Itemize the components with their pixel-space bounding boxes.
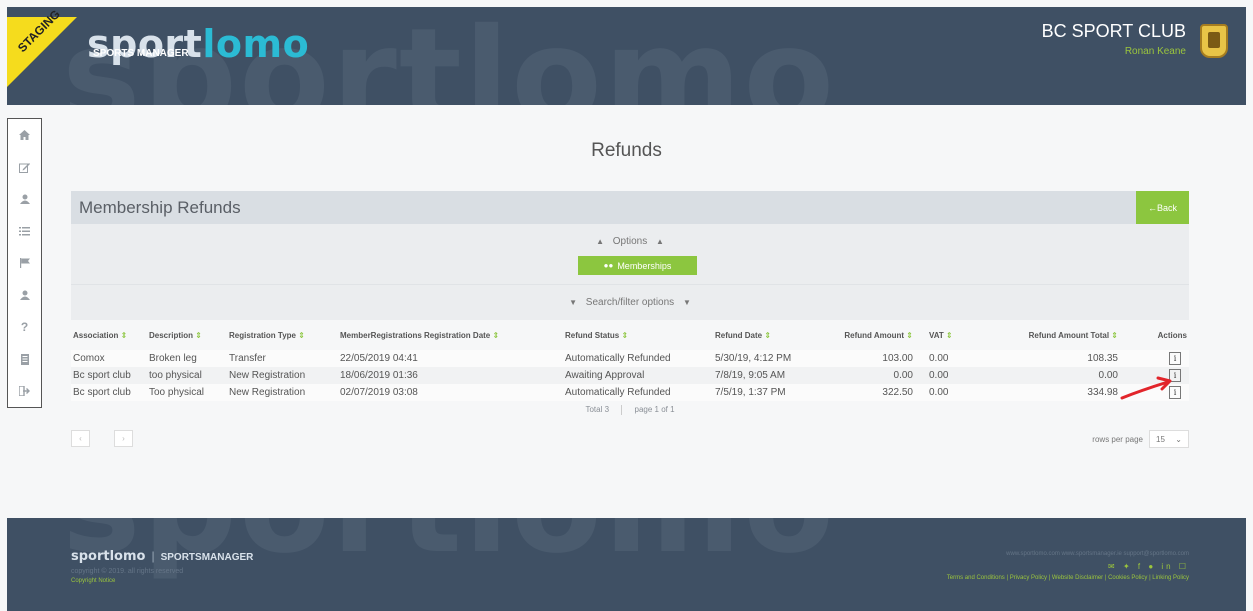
cell-refund-status: Automatically Refunded [563,350,713,367]
cell-registration-date: 22/05/2019 04:41 [338,350,563,367]
panel-header: Membership Refunds ←Back [71,191,1189,224]
rows-per-page: rows per page 15 ⌄ [1092,430,1189,448]
caret-down-icon: ▼ [682,298,691,307]
column-header-refund-status[interactable]: Refund Status ⇕ [563,320,713,350]
cell-registration-type: New Registration [227,384,338,401]
cell-association: Comox [71,350,147,367]
column-header-actions: Actions [1157,330,1187,340]
cell-refund-date: 5/30/19, 4:12 PM [713,350,831,367]
memberships-button[interactable]: ●● Memberships [578,256,697,275]
list-icon[interactable] [8,215,41,247]
app-footer: sportlomo sportlomo|SPORTSMANAGER copyri… [7,518,1246,611]
table-row: Bc sport club Too physical New Registrat… [71,384,1189,401]
rows-per-page-label: rows per page [1092,434,1143,444]
cell-refund-date: 7/8/19, 9:05 AM [713,367,831,384]
cell-description: Broken leg [147,350,227,367]
cell-refund-date: 7/5/19, 1:37 PM [713,384,831,401]
back-button[interactable]: ←Back [1136,191,1189,224]
caret-down-icon: ▼ [569,298,578,307]
user-icon[interactable] [8,183,41,215]
footer-links[interactable]: www.sportlomo.com www.sportsmanager.ie s… [1006,551,1189,557]
caret-up-icon: ▲ [656,237,664,246]
pagination: ‹ › [71,430,133,447]
cell-actions: i [1120,350,1189,367]
caret-up-icon: ▲ [596,237,604,246]
footer-legal-links[interactable]: Terms and Conditions | Privacy Policy | … [947,575,1189,581]
column-header-refund-amount[interactable]: Refund Amount ⇕ [831,320,915,350]
column-header-refund-date[interactable]: Refund Date ⇕ [713,320,831,350]
table-row: Comox Broken leg Transfer 22/05/2019 04:… [71,350,1189,367]
table-summary: Total 3 page 1 of 1 [71,405,1189,415]
refunds-panel: Membership Refunds ←Back ▲ Options ▲ ●● … [71,191,1189,448]
refunds-table: Association ⇕ Description ⇕ Registration… [71,320,1189,401]
logo-subtitle: SPORTS MANAGER [93,48,189,59]
search-filter-toggle[interactable]: ▼ Search/filter options ▼ [71,284,1189,320]
cell-refund-amount: 103.00 [831,350,915,367]
club-info: BC SPORT CLUB Ronan Keane [1042,21,1186,57]
copyright-notice-link[interactable]: Copyright Notice [71,578,115,584]
page-title: Refunds [591,140,662,161]
cell-refund-status: Awaiting Approval [563,367,713,384]
user-icon[interactable] [8,279,41,311]
column-header-description[interactable]: Description ⇕ [147,320,227,350]
cell-refund-amount: 322.50 [831,384,915,401]
logout-icon[interactable] [8,375,41,407]
previous-page-button[interactable]: ‹ [71,430,90,447]
column-header-registration-type[interactable]: Registration Type ⇕ [227,320,338,350]
column-header-vat[interactable]: VAT ⇕ [915,320,969,350]
panel-title: Membership Refunds [79,197,241,217]
document-icon[interactable] [8,343,41,375]
app-header: sportlomo sportlomo SPORTS MANAGER BC SP… [7,7,1246,105]
cell-registration-type: New Registration [227,367,338,384]
cell-refund-amount: 0.00 [831,367,915,384]
info-icon[interactable]: i [1169,352,1181,365]
user-name[interactable]: Ronan Keane [1042,46,1186,57]
cell-refund-amount-total: 0.00 [969,367,1120,384]
next-page-button[interactable]: › [114,430,133,447]
cell-registration-date: 02/07/2019 03:08 [338,384,563,401]
flag-icon[interactable] [8,247,41,279]
cell-vat: 0.00 [915,384,969,401]
cell-registration-type: Transfer [227,350,338,367]
table-header-row: Association ⇕ Description ⇕ Registration… [71,320,1189,350]
footer-copyright: copyright © 2019. all rights reserved [71,568,184,575]
rows-per-page-select[interactable]: 15 ⌄ [1149,430,1189,448]
cell-association: Bc sport club [71,384,147,401]
total-count: Total 3 [585,405,610,415]
cell-refund-status: Automatically Refunded [563,384,713,401]
memberships-label: Memberships [617,260,672,271]
cell-description: too physical [147,367,227,384]
cell-refund-amount-total: 108.35 [969,350,1120,367]
club-name: BC SPORT CLUB [1041,21,1186,41]
cell-refund-amount-total: 334.98 [969,384,1120,401]
footer-logo: sportlomo | SPORTSMANAGER [71,549,254,564]
annotation-arrow-icon [1120,376,1172,400]
help-icon[interactable]: ? [8,311,41,343]
filter-label: Search/filter options [585,297,675,308]
club-crest-icon [1200,24,1228,58]
column-header-refund-amount-total[interactable]: Refund Amount Total ⇕ [969,320,1120,350]
cell-vat: 0.00 [915,367,969,384]
options-toggle[interactable]: ▲ Options ▲ [71,236,1189,247]
page-indicator: page 1 of 1 [634,405,675,415]
column-header-registration-date[interactable]: MemberRegistrations Registration Date ⇕ [338,320,563,350]
options-label: Options [612,236,648,247]
column-header-association[interactable]: Association ⇕ [71,320,147,350]
chevron-down-icon: ⌄ [1175,434,1182,444]
cell-vat: 0.00 [915,350,969,367]
cell-association: Bc sport club [71,367,147,384]
cell-registration-date: 18/06/2019 01:36 [338,367,563,384]
options-section: ▲ Options ▲ ●● Memberships [71,224,1189,284]
cell-description: Too physical [147,384,227,401]
social-icons[interactable]: ✉ ✦ f ● in ☐ [1108,562,1189,571]
table-row: Bc sport club too physical New Registrat… [71,367,1189,384]
group-icon: ●● [603,261,614,270]
